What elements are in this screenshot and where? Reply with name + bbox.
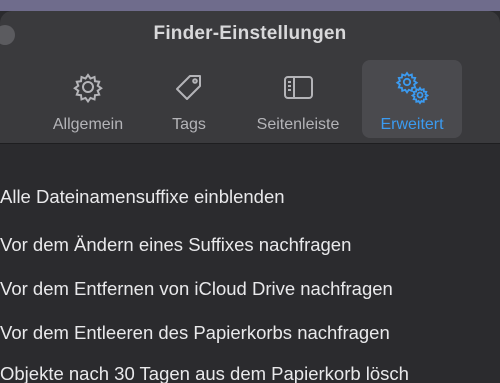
gears-icon	[392, 68, 432, 106]
gear-icon	[68, 68, 108, 106]
tab-label: Seitenleiste	[256, 116, 340, 133]
finder-settings-window: Finder-Einstellungen Allgemein Tags Seit…	[0, 11, 500, 383]
window-toolbar: Finder-Einstellungen Allgemein Tags Seit…	[0, 11, 500, 144]
window-title: Finder-Einstellungen	[153, 23, 347, 44]
advanced-settings-pane: Alle Dateinamensuffixe einblenden Vor de…	[0, 144, 500, 383]
tag-icon	[169, 68, 209, 106]
tab-erweitert[interactable]: Erweitert	[362, 60, 462, 138]
tab-seitenleiste[interactable]: Seitenleiste	[240, 60, 356, 138]
tab-allgemein[interactable]: Allgemein	[38, 60, 138, 138]
option-remove-trash-after-30-days[interactable]: Objekte nach 30 Tagen aus dem Papierkorb…	[0, 363, 409, 383]
option-warn-before-removing-icloud-drive[interactable]: Vor dem Entfernen von iCloud Drive nachf…	[0, 278, 393, 304]
desktop-background	[0, 0, 500, 11]
option-warn-before-emptying-trash[interactable]: Vor dem Entleeren des Papierkorbs nachfr…	[0, 322, 390, 348]
tab-label: Tags	[172, 116, 206, 133]
settings-tabs: Allgemein Tags Seitenleiste Erweitert	[0, 60, 500, 140]
sidebar-icon	[278, 68, 318, 106]
tab-label: Allgemein	[52, 116, 124, 133]
tab-tags[interactable]: Tags	[152, 60, 226, 138]
option-warn-before-changing-extension[interactable]: Vor dem Ändern eines Suffixes nachfragen	[0, 234, 351, 260]
tab-label: Erweitert	[380, 116, 444, 133]
option-show-all-extensions[interactable]: Alle Dateinamensuffixe einblenden	[0, 186, 285, 212]
